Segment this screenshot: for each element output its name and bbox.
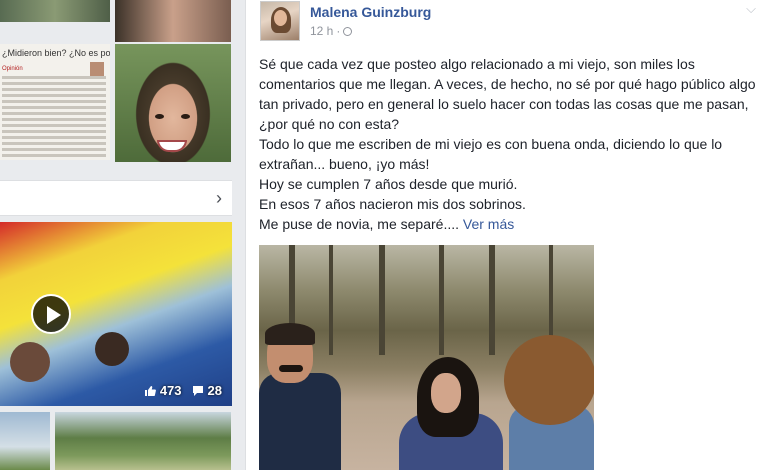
truncated-text: Me puse de novia, me separé.... xyxy=(259,216,459,232)
face-smile xyxy=(157,140,187,152)
avatar[interactable] xyxy=(260,1,300,41)
chevron-down-icon[interactable]: ⌵ xyxy=(746,1,756,17)
post-paragraph: Hoy se cumplen 7 años desde que murió. xyxy=(259,176,518,192)
tree-trunk xyxy=(439,245,444,355)
photo-thumbnail[interactable] xyxy=(0,0,110,22)
like-count-value: 473 xyxy=(159,383,182,398)
news-clipping-thumbnail[interactable]: ¿Midieron bien? ¿No es poco? Opinión xyxy=(0,44,110,160)
play-button[interactable] xyxy=(31,294,71,334)
kid-figure xyxy=(95,332,129,366)
post-meta: 12 h · xyxy=(310,24,353,38)
man-figure xyxy=(259,373,341,470)
post-paragraph: En esos 7 años nacieron mis dos sobrinos… xyxy=(259,196,526,212)
left-column: ¿Midieron bien? ¿No es poco? Opinión › 4… xyxy=(0,0,245,470)
chevron-right-icon[interactable]: › xyxy=(216,188,222,209)
man-hair xyxy=(265,323,315,345)
like-count: 473 xyxy=(144,383,182,398)
tree-trunk xyxy=(379,245,385,355)
videos-section-header[interactable]: › xyxy=(0,180,232,216)
photo-thumbnail[interactable] xyxy=(115,0,231,42)
comment-count-value: 28 xyxy=(207,383,222,398)
globe-icon[interactable] xyxy=(343,26,353,36)
post-timestamp[interactable]: 12 h xyxy=(310,24,333,38)
tree-trunk xyxy=(329,245,333,355)
post-paragraph-truncated: Me puse de novia, me separé.... Ver más xyxy=(259,214,759,234)
play-icon xyxy=(47,306,61,324)
photo-thumbnail[interactable] xyxy=(55,412,231,470)
avatar-face xyxy=(274,10,287,26)
girl-face xyxy=(431,373,461,413)
face-eye xyxy=(181,114,190,119)
selfie-photo-thumbnail[interactable] xyxy=(115,44,231,162)
news-text-lines xyxy=(2,76,106,160)
news-headline: ¿Midieron bien? ¿No es poco? xyxy=(2,48,110,58)
post-author-name[interactable]: Malena Guinzburg xyxy=(310,4,431,20)
video-thumbnail[interactable]: 473 28 xyxy=(0,222,232,406)
post-paragraph: Sé que cada vez que posteo algo relacion… xyxy=(259,56,756,132)
mustache xyxy=(279,365,303,372)
tree-trunk xyxy=(489,245,495,355)
kid-figure xyxy=(10,342,50,382)
post-text: Sé que cada vez que posteo algo relacion… xyxy=(259,54,759,234)
news-section-label: Opinión xyxy=(2,66,23,72)
like-icon xyxy=(144,385,156,396)
post-photo[interactable] xyxy=(259,245,594,470)
comment-icon xyxy=(192,385,203,396)
meta-separator: · xyxy=(336,24,341,38)
post-paragraph: Todo lo que me escriben de mi viejo es c… xyxy=(259,136,723,172)
comment-count: 28 xyxy=(192,383,222,398)
see-more-link[interactable]: Ver más xyxy=(463,216,514,232)
post-card: Malena Guinzburg 12 h · ⌵ Sé que cada ve… xyxy=(245,0,767,470)
video-stats: 473 28 xyxy=(144,383,222,398)
face-eye xyxy=(155,114,164,119)
photo-thumbnail[interactable] xyxy=(0,412,50,470)
woman-hair xyxy=(504,335,594,425)
